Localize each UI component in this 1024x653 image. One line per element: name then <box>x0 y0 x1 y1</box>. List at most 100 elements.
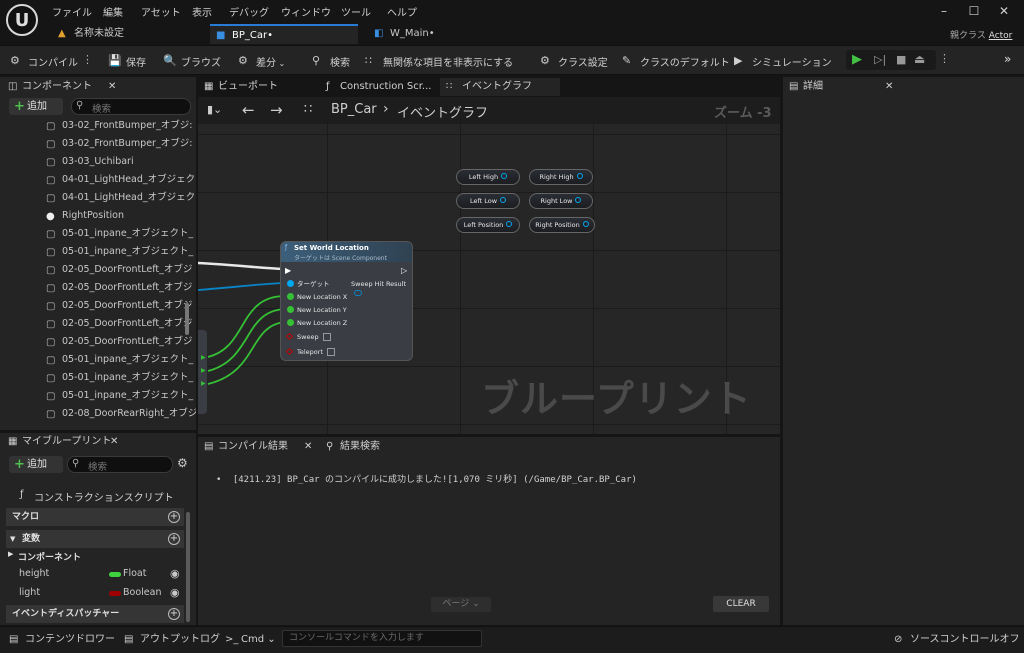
tab-find-results[interactable]: ⚲ 結果検索 <box>322 438 380 456</box>
variable-row-height[interactable]: height Float ◉ <box>0 566 190 584</box>
add-component-button[interactable]: + 追加 <box>9 98 63 115</box>
eye-icon[interactable]: ◉ <box>170 567 180 580</box>
pin-sweep-hit-result[interactable]: Sweep Hit Result <box>351 279 412 296</box>
tab-compiler-results[interactable]: ▤ コンパイル結果 ✕ <box>198 438 318 456</box>
tab-construction-script[interactable]: ƒ Construction Scr... <box>322 78 431 96</box>
class-defaults-button[interactable]: ✎ クラスのデフォルト <box>622 54 730 69</box>
hide-unrelated-button[interactable]: ∷ 無関係な項目を非表示にする <box>365 54 513 69</box>
class-settings-button[interactable]: ⚙ クラス設定 <box>540 54 608 69</box>
gear-icon[interactable]: ⚙ <box>177 456 188 470</box>
diff-button[interactable]: ⚙ 差分 ⌄ <box>238 54 285 69</box>
tree-item[interactable]: ▢ 05-01_inpane_オブジェクト_ <box>46 387 193 405</box>
clear-button[interactable]: CLEAR <box>713 596 769 612</box>
tab-event-graph[interactable]: ∷ イベントグラフ <box>440 78 560 96</box>
tree-item[interactable]: ▢ 05-01_inpane_オブジェクト_ <box>46 369 193 387</box>
tree-item[interactable]: ▢ 05-01_inpane_オブジェクト_ <box>46 351 193 369</box>
step-icon[interactable]: ▷| <box>874 53 886 66</box>
pin-location-z[interactable]: New Location Z <box>287 318 347 328</box>
play-options-icon[interactable]: ⋮ <box>939 52 950 65</box>
menu-debug[interactable]: デバッグ <box>229 4 269 19</box>
section-macros[interactable]: マクロ + <box>6 508 184 526</box>
tree-item[interactable]: ▢ 02-05_DoorFrontLeft_オブジ <box>46 333 192 351</box>
tree-item[interactable]: ▢ 02-08_DoorRearRight_オブジ <box>46 405 196 423</box>
parent-class-value[interactable]: Actor <box>989 31 1013 41</box>
output-log-button[interactable]: ▤ アウトプットログ <box>124 632 220 648</box>
tab-details[interactable]: ▤ 詳細 ✕ <box>785 78 901 96</box>
tree-item[interactable]: ▢ 02-05_DoorFrontLeft_オブジ <box>46 279 192 297</box>
var-node-left-high[interactable]: Left High <box>456 169 520 185</box>
browse-button[interactable]: 🔍 ブラウズ <box>163 54 221 69</box>
menu-view[interactable]: 表示 <box>192 4 212 19</box>
close-window-icon[interactable]: ✕ <box>996 3 1012 19</box>
eject-icon[interactable]: ⏏ <box>914 52 925 66</box>
tree-item[interactable]: ▢ 04-01_LightHead_オブジェク <box>46 171 195 189</box>
cmd-selector[interactable]: >_ Cmd ⌄ <box>225 632 276 648</box>
maximize-icon[interactable]: ☐ <box>966 3 982 19</box>
add-macro-icon[interactable]: + <box>168 511 180 523</box>
pin-location-y[interactable]: New Location Y <box>287 305 347 315</box>
compile-button[interactable]: ⚙ コンパイル <box>10 54 78 69</box>
close-icon[interactable]: ✕ <box>885 78 893 96</box>
play-icon[interactable]: ▶ <box>852 52 862 67</box>
tab-bp-car[interactable]: ■ BP_Car• <box>210 24 358 44</box>
pin-location-x[interactable]: New Location X <box>287 292 347 302</box>
tree-item[interactable]: ▢ 05-01_inpane_オブジェクト_ <box>46 243 193 261</box>
stop-icon[interactable]: ■ <box>896 53 906 66</box>
pin-target[interactable]: ターゲット <box>287 279 330 289</box>
add-dispatcher-icon[interactable]: + <box>168 608 180 620</box>
menu-file[interactable]: ファイル <box>52 4 92 19</box>
save-button[interactable]: 💾 保存 <box>108 54 146 69</box>
add-variable-icon[interactable]: + <box>168 533 180 545</box>
compile-options-icon[interactable]: ⋮ <box>82 53 93 66</box>
tree-item[interactable]: ▢ 05-01_inpane_オブジェクト_ <box>46 225 193 243</box>
sweep-checkbox[interactable] <box>322 333 331 341</box>
eye-icon[interactable]: ◉ <box>170 586 180 599</box>
tree-item[interactable]: ● RightPosition <box>46 207 124 225</box>
content-drawer-button[interactable]: ▤ コンテンツドロワー <box>9 632 115 648</box>
tree-item[interactable]: ▢ 03-02_FrontBumper_オブジ: <box>46 119 192 135</box>
menu-edit[interactable]: 編集 <box>103 4 123 19</box>
menu-tools[interactable]: ツール <box>341 4 371 19</box>
set-world-location-node[interactable]: ƒ Set World Location ターゲットは Scene Compon… <box>280 241 413 361</box>
offscreen-node[interactable]: ▶ ▶ ▶ <box>198 330 207 414</box>
menu-help[interactable]: ヘルプ <box>387 4 417 19</box>
pin-teleport[interactable]: Teleport <box>285 347 335 357</box>
tree-item[interactable]: ▢ 02-05_DoorFrontLeft_オブジ <box>46 297 192 315</box>
exec-out-pin[interactable]: ▷ <box>401 266 407 275</box>
tab-viewport[interactable]: ▦ ビューポート <box>200 78 278 96</box>
tree-item[interactable]: ▢ 03-02_FrontBumper_オブジ: <box>46 135 192 153</box>
page-selector[interactable]: ページ ⌄ <box>431 597 491 612</box>
minimize-icon[interactable]: – <box>936 3 952 19</box>
tab-w-main[interactable]: ◧ W_Main• <box>368 24 518 44</box>
exec-in-pin[interactable]: ▶ <box>285 266 291 275</box>
var-node-right-high[interactable]: Right High <box>529 169 593 185</box>
tab-my-blueprint[interactable]: ▦ マイブループリント ✕ <box>4 433 128 451</box>
tree-item[interactable]: ▢ 02-05_DoorFrontLeft_オブジ <box>46 261 192 279</box>
var-node-right-position[interactable]: Right Position <box>529 217 595 233</box>
tree-item[interactable]: ▢ 03-03_Uchibari <box>46 153 134 171</box>
tab-components[interactable]: ◫ コンポーネント ✕ <box>4 78 122 96</box>
component-search-input[interactable]: ⚲ 検索 <box>71 98 191 115</box>
expand-toolbar-icon[interactable]: » <box>1004 52 1011 66</box>
simulation-button[interactable]: ▶ シミュレーション <box>734 54 832 69</box>
variable-row-light[interactable]: light Boolean ◉ <box>0 585 190 603</box>
unreal-logo-icon[interactable]: U <box>6 4 38 36</box>
tree-item[interactable]: ▢ 04-01_LightHead_オブジェク <box>46 189 195 207</box>
my-blueprint-scrollbar[interactable] <box>186 512 190 622</box>
add-member-button[interactable]: + 追加 <box>9 456 63 473</box>
tree-item[interactable]: ▢ 02-05_DoorFrontLeft_オブジ <box>46 315 192 333</box>
close-icon[interactable]: ✕ <box>304 438 312 456</box>
find-button[interactable]: ⚲ 検索 <box>312 54 350 69</box>
var-node-left-low[interactable]: Left Low <box>456 193 520 209</box>
var-node-left-position[interactable]: Left Position <box>456 217 520 233</box>
category-components[interactable]: ▶ コンポーネント <box>8 550 81 563</box>
graph-canvas[interactable]: ▮⌄ ← → ∷ BP_Car › イベントグラフ ズーム -3 ブループリント… <box>198 97 780 434</box>
teleport-checkbox[interactable] <box>327 348 335 356</box>
source-control-button[interactable]: ⊘ ソースコントロールオフ <box>894 632 1020 648</box>
menu-asset[interactable]: アセット <box>141 4 181 19</box>
construction-script-item[interactable]: ƒ コンストラクションスクリプト <box>20 489 174 504</box>
menu-window[interactable]: ウィンドウ <box>281 4 331 19</box>
pin-sweep[interactable]: Sweep <box>285 332 331 342</box>
components-scrollbar[interactable] <box>185 303 189 335</box>
close-icon[interactable]: ✕ <box>110 433 118 451</box>
